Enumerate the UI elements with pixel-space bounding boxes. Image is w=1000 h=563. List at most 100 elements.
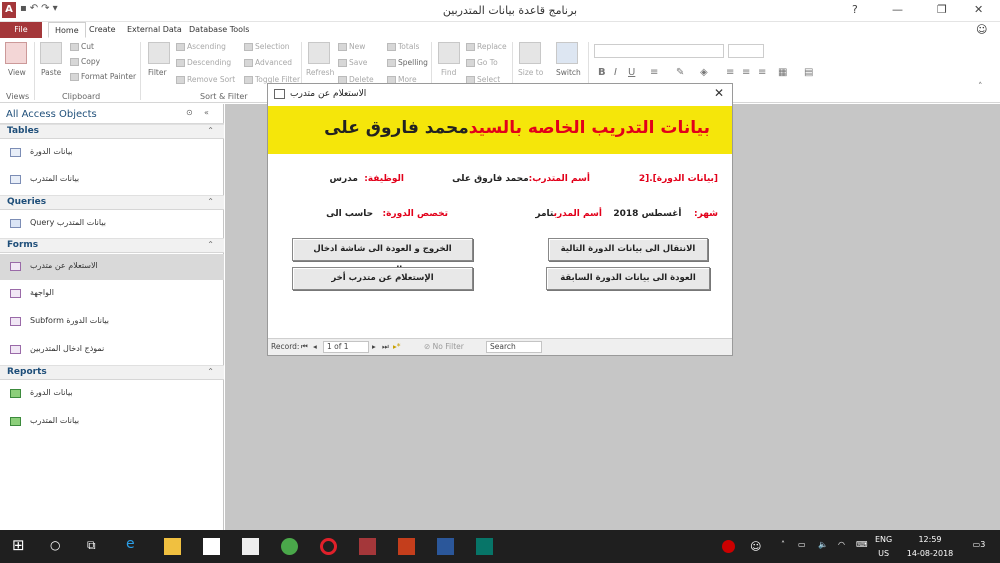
undo-icon[interactable]: ↶ (30, 3, 41, 14)
nav-item-query[interactable]: بيانات المتدرب Query (0, 211, 224, 237)
italic-button[interactable]: I (614, 67, 617, 78)
volume-icon[interactable]: 🔈 (818, 540, 828, 549)
cut-button[interactable]: Cut (70, 42, 94, 51)
help-button[interactable]: ? (852, 3, 858, 16)
publisher-icon[interactable] (476, 538, 493, 555)
totals-button[interactable]: Totals (387, 42, 419, 51)
section-tables[interactable]: Tables ⌃ (0, 124, 224, 139)
save-icon[interactable]: ▪ (20, 3, 30, 14)
access-logo-icon[interactable]: A (2, 2, 16, 18)
font-name-select[interactable] (594, 44, 724, 58)
last-record-icon[interactable]: ⏭ (382, 342, 389, 352)
access-taskbar-icon-2[interactable] (398, 538, 415, 555)
smiley-icon[interactable]: ☺ (976, 22, 987, 38)
nav-item-report[interactable]: بيانات الدورة (0, 381, 224, 407)
underline-button[interactable]: U (628, 67, 635, 78)
fill-color-icon[interactable]: ◈ (700, 67, 708, 78)
selection-button[interactable]: Selection (244, 42, 290, 51)
search-input[interactable]: Search (486, 341, 542, 353)
nav-menu-icon[interactable]: ⊙ (186, 108, 193, 117)
format-painter-button[interactable]: Format Painter (70, 72, 136, 81)
tab-external-data[interactable]: External Data (127, 22, 182, 38)
switch-windows-button[interactable]: Switch (556, 68, 581, 77)
redo-icon[interactable]: ↷ (41, 3, 52, 14)
chrome-icon[interactable] (281, 538, 298, 555)
tab-home[interactable]: Home (48, 22, 86, 38)
section-forms[interactable]: Forms ⌃ (0, 238, 224, 253)
gridlines-icon[interactable]: ▦ (778, 67, 787, 78)
align-center-icon[interactable]: ≡ (742, 67, 750, 78)
filter-button[interactable]: Filter (148, 68, 167, 77)
new-record-button[interactable]: New (338, 42, 365, 51)
network-icon[interactable]: ▭ (798, 540, 806, 549)
nav-item-form[interactable]: بيانات الدورة Subform (0, 309, 224, 335)
clock[interactable]: 12:59 14-08-2018 (905, 535, 955, 558)
nav-collapse-icon[interactable]: « (204, 108, 209, 117)
search-icon[interactable]: ○ (50, 538, 67, 555)
section-queries[interactable]: Queries ⌃ (0, 195, 224, 210)
people-icon[interactable]: ☺ (750, 540, 761, 553)
descending-button[interactable]: Descending (176, 58, 231, 67)
tray-app-icon[interactable] (722, 540, 735, 553)
nav-item-table[interactable]: بيانات الدورة (0, 140, 224, 166)
save-record-button[interactable]: Save (338, 58, 367, 67)
nav-item-form[interactable]: نموذج ادخال المتدربين (0, 337, 224, 363)
remove-sort-button[interactable]: Remove Sort (176, 75, 235, 84)
file-explorer-icon[interactable] (164, 538, 181, 555)
highlight-icon[interactable]: ✎ (676, 67, 684, 78)
collapse-ribbon-icon[interactable]: ˄ (978, 82, 983, 92)
opera-icon[interactable] (320, 538, 337, 555)
keyboard-icon[interactable]: ⌨ (856, 540, 868, 549)
nav-item-table[interactable]: بيانات المتدرب (0, 167, 224, 193)
spelling-button[interactable]: Spelling (387, 58, 428, 67)
customize-qat-icon[interactable]: ▾ (53, 3, 61, 14)
next-record-icon[interactable]: ▸ (372, 342, 376, 351)
store-icon[interactable] (203, 538, 220, 555)
align-left-icon[interactable]: ≡ (726, 67, 734, 78)
no-filter-button[interactable]: ⊘ No Filter (424, 342, 464, 351)
advanced-button[interactable]: Advanced (244, 58, 292, 67)
minimize-button[interactable]: — (892, 3, 903, 16)
language-indicator[interactable]: ENG US (875, 535, 892, 558)
copy-button[interactable]: Copy (70, 57, 100, 66)
close-button[interactable]: ✕ (974, 3, 983, 16)
word-icon[interactable] (437, 538, 454, 555)
align-right-icon[interactable]: ≡ (758, 67, 766, 78)
font-size-select[interactable] (728, 44, 764, 58)
view-button[interactable]: View (8, 68, 26, 77)
previous-record-icon[interactable]: ◂ (313, 342, 317, 351)
tab-create[interactable]: Create (89, 22, 116, 38)
start-windows-icon[interactable]: ⊞ (12, 536, 29, 554)
nav-item-report[interactable]: بيانات المتدرب (0, 409, 224, 435)
task-view-icon[interactable]: ⧉ (87, 538, 104, 555)
notification-button[interactable]: ▭3 (968, 540, 990, 549)
edge-browser-icon[interactable]: e (126, 536, 143, 553)
tab-database-tools[interactable]: Database Tools (189, 22, 249, 38)
find-button[interactable]: Find (441, 68, 456, 77)
ascending-button[interactable]: Ascending (176, 42, 226, 51)
access-taskbar-icon[interactable] (359, 538, 376, 555)
previous-course-button[interactable]: العودة الى بيانات الدورة السابقة (546, 267, 710, 290)
first-record-icon[interactable]: ⏮ (301, 342, 308, 352)
section-reports[interactable]: Reports ⌃ (0, 365, 224, 380)
exit-button[interactable]: الخروج و العودة الى شاشة ادخال المتدربين (292, 238, 473, 275)
size-to-fit-button[interactable]: Size to (518, 68, 543, 77)
quick-access-toolbar[interactable]: ▪↶↷▾ (20, 3, 61, 14)
tab-file[interactable]: File (0, 22, 42, 38)
bold-button[interactable]: B (598, 67, 606, 78)
indent-icon[interactable]: ≡ (650, 67, 658, 78)
record-position-field[interactable]: 1 of 1 (323, 341, 369, 353)
mail-icon[interactable] (242, 538, 259, 555)
paste-button[interactable]: Paste (41, 68, 61, 77)
other-trainee-button[interactable]: الإستعلام عن متدرب أخر (292, 267, 473, 290)
nav-header[interactable]: All Access Objects ⊙ « (0, 104, 224, 124)
dialog-title-bar[interactable]: الاستعلام عن متدرب ✕ (268, 84, 732, 106)
nav-item-form-selected[interactable]: الاستعلام عن متدرب (0, 254, 224, 280)
goto-button[interactable]: Go To (466, 58, 498, 67)
next-course-button[interactable]: الانتقال الى بيانات الدورة التالية (548, 238, 708, 261)
replace-button[interactable]: Replace (466, 42, 507, 51)
wifi-icon[interactable]: ◠ (838, 540, 845, 549)
refresh-button[interactable]: Refresh (306, 68, 334, 77)
row-color-icon[interactable]: ▤ (804, 67, 813, 78)
dialog-close-icon[interactable]: ✕ (714, 86, 724, 100)
